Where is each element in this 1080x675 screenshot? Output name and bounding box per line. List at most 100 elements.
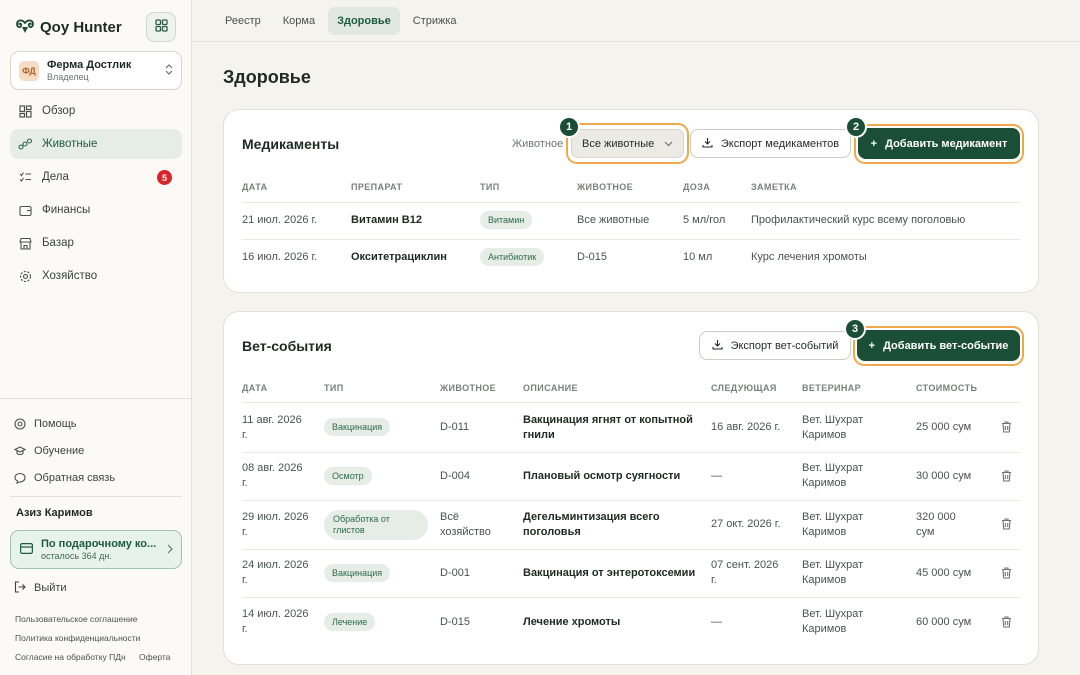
medications-title: Медикаменты	[242, 136, 340, 152]
tab-shearing[interactable]: Стрижка	[404, 7, 466, 35]
vet-date: 11 авг. 2026	[242, 414, 302, 426]
medications-card: Медикаменты Животное Все животные 1 Эксп…	[223, 109, 1039, 293]
sidebar: Qoy Hunter ФД Ферма Достлик Владелец Обз…	[0, 0, 192, 675]
vet-next-date: 27 окт. 2026 г.	[711, 518, 781, 530]
add-medication-button[interactable]: + Добавить медикамент	[858, 128, 1020, 159]
sidebar-item-animals[interactable]: Животные	[10, 129, 182, 159]
vet-date-cont: г.	[242, 623, 248, 635]
med-type-badge: Антибиотик	[480, 248, 545, 266]
export-vet-events-button[interactable]: Экспорт вет-событий	[699, 331, 851, 360]
data-consent-link[interactable]: Согласие на обработку ПДн	[15, 652, 126, 662]
vet-type-badge: Вакцинация	[324, 564, 391, 582]
vet-date-cont: г.	[242, 477, 248, 489]
vet-next-date: 07 сент. 2026	[711, 559, 779, 571]
column-header-date: ДАТА	[242, 182, 268, 192]
dashboard-icon	[18, 104, 32, 118]
med-note: Курс лечения хромоты	[751, 251, 867, 263]
apps-grid-button[interactable]	[146, 12, 176, 42]
delete-trash-icon[interactable]	[1001, 616, 1013, 629]
checklist-icon	[18, 170, 32, 184]
logout-button[interactable]: Выйти	[14, 580, 67, 596]
help-link[interactable]: Помощь	[14, 410, 184, 437]
user-agreement-link[interactable]: Пользовательское соглашение	[15, 614, 137, 624]
subscription-plan[interactable]: По подарочному ко... осталось 364 дн.	[10, 530, 182, 569]
vet-description-cont: поголовья	[523, 526, 581, 538]
sidebar-item-tasks[interactable]: Дела 5	[10, 162, 182, 192]
add-vet-event-button[interactable]: + Добавить вет-событие	[857, 330, 1020, 361]
delete-trash-icon[interactable]	[1001, 421, 1013, 434]
step-marker-1: 1	[558, 116, 580, 138]
offer-link[interactable]: Оферта	[139, 652, 170, 662]
vet-date: 14 июл. 2026	[242, 608, 309, 620]
tab-registry[interactable]: Реестр	[216, 7, 270, 35]
help-label: Помощь	[34, 417, 77, 430]
plan-title: По подарочному ко...	[41, 537, 157, 550]
med-animal: Все животные	[577, 214, 650, 226]
column-header-next: СЛЕДУЮЩАЯ	[711, 383, 777, 393]
tab-feed[interactable]: Корма	[274, 7, 324, 35]
chat-bubble-icon	[14, 472, 26, 484]
animal-filter-label: Животное	[512, 138, 564, 150]
user-divider	[10, 496, 182, 497]
learning-link[interactable]: Обучение	[14, 437, 184, 464]
vet-doctor-cont: Каримов	[802, 623, 847, 635]
vet-type-badge: Осмотр	[324, 467, 372, 485]
vet-animal: D-015	[440, 616, 470, 628]
vet-cost: 45 000 сум	[916, 567, 972, 579]
sidebar-item-bazaar[interactable]: Базар	[10, 228, 182, 258]
vet-date: 29 июл. 2026	[242, 511, 309, 523]
column-header-animal: ЖИВОТНОЕ	[440, 383, 497, 393]
row-divider	[242, 500, 1020, 501]
vet-date-cont: г.	[242, 429, 248, 441]
tab-health[interactable]: Здоровье	[328, 7, 400, 35]
delete-trash-icon[interactable]	[1001, 518, 1013, 531]
sidebar-item-label: Финансы	[42, 204, 91, 216]
med-note: Профилактический курс всему поголовью	[751, 214, 966, 226]
sidebar-item-label: Дела	[42, 171, 69, 183]
sidebar-item-farm-settings[interactable]: Хозяйство	[10, 261, 182, 291]
med-date: 21 июл. 2026 г.	[242, 214, 318, 226]
feedback-link[interactable]: Обратная связь	[14, 464, 184, 491]
plus-icon: +	[870, 137, 878, 150]
vet-animal-cont: хозяйство	[440, 526, 491, 538]
sidebar-item-overview[interactable]: Обзор	[10, 96, 182, 126]
sidebar-divider	[0, 398, 191, 399]
delete-trash-icon[interactable]	[1001, 567, 1013, 580]
brand[interactable]: Qoy Hunter	[16, 16, 122, 38]
sidebar-item-label: Животные	[42, 138, 98, 150]
lifebuoy-icon	[14, 417, 26, 430]
vet-type-badge: Вакцинация	[324, 418, 391, 436]
vet-description: Дегельминтизация всего	[523, 511, 660, 523]
vet-events-title: Вет-события	[242, 338, 332, 354]
animal-filter-select[interactable]: Все животные	[571, 129, 684, 158]
vet-type-badge: Лечение	[324, 613, 376, 631]
page-title: Здоровье	[223, 67, 311, 87]
plan-remaining: осталось 364 дн.	[41, 550, 112, 561]
vet-animal: D-011	[440, 421, 470, 433]
vet-next-date: —	[711, 470, 722, 482]
section-tabs-bar: Реестр Корма Здоровье Стрижка	[192, 0, 1080, 42]
step-marker-2: 2	[845, 116, 867, 138]
download-icon	[712, 339, 723, 353]
vet-doctor-cont: Каримов	[802, 477, 847, 489]
vet-doctor-cont: Каримов	[802, 429, 847, 441]
med-type-badge: Витамин	[480, 211, 533, 229]
wallet-icon	[18, 203, 32, 217]
logout-icon	[14, 580, 26, 596]
med-dose: 10 мл	[683, 251, 713, 263]
tasks-count-badge: 5	[157, 170, 172, 185]
column-header-date: ДАТА	[242, 383, 268, 393]
delete-trash-icon[interactable]	[1001, 470, 1013, 483]
vet-doctor-cont: Каримов	[802, 526, 847, 538]
vet-next-date: —	[711, 616, 722, 628]
vet-animal: Всё	[440, 511, 459, 523]
med-animal: D-015	[577, 251, 607, 263]
vet-description: Вакцинация от энтеротоксемии	[523, 567, 696, 579]
row-divider	[242, 549, 1020, 550]
sidebar-item-finance[interactable]: Финансы	[10, 195, 182, 225]
column-header-vet: ВЕТЕРИНАР	[802, 383, 862, 393]
section-tabs: Реестр Корма Здоровье Стрижка	[216, 7, 466, 35]
farm-switcher[interactable]: ФД Ферма Достлик Владелец	[10, 51, 182, 90]
privacy-policy-link[interactable]: Политика конфиденциальности	[15, 633, 140, 643]
export-medications-button[interactable]: Экспорт медикаментов	[690, 129, 851, 158]
